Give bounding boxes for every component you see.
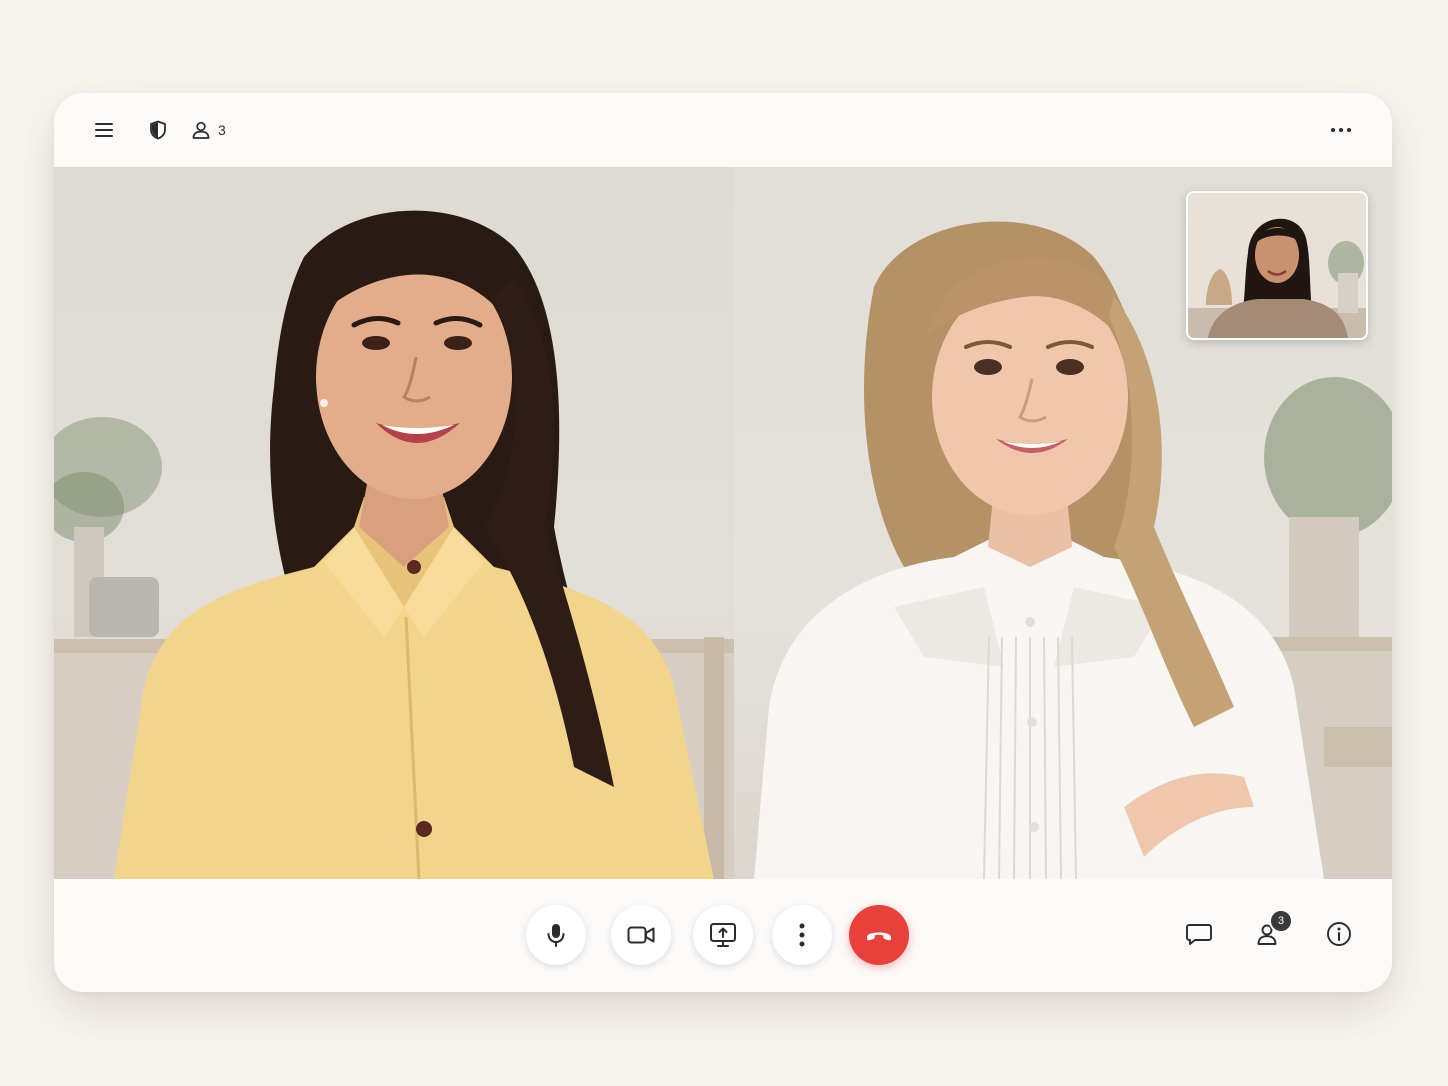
microphone-button[interactable] <box>526 905 586 965</box>
people-count-badge: 3 <box>1269 909 1293 933</box>
end-call-button[interactable] <box>849 905 909 965</box>
video-camera-icon <box>627 926 655 944</box>
hamburger-menu-icon[interactable] <box>94 117 114 143</box>
participants-indicator[interactable]: 3 <box>191 117 226 143</box>
top-bar: 3 <box>54 93 1392 167</box>
more-vertical-icon <box>799 923 805 947</box>
video-stage <box>54 167 1392 879</box>
microphone-icon <box>547 924 565 947</box>
control-bar: 3 <box>54 879 1392 992</box>
participants-count: 3 <box>218 122 226 138</box>
end-call-icon <box>867 932 891 941</box>
people-button[interactable]: 3 <box>1253 909 1293 949</box>
more-horizontal-icon[interactable] <box>1330 117 1352 143</box>
self-view-thumbnail[interactable] <box>1186 191 1368 340</box>
shield-icon[interactable] <box>149 117 167 143</box>
meeting-window: 3 3 <box>54 93 1392 992</box>
info-button[interactable] <box>1324 919 1354 949</box>
person-icon <box>192 121 210 139</box>
info-icon <box>1327 922 1351 946</box>
more-options-button[interactable] <box>772 905 832 965</box>
camera-button[interactable] <box>611 905 671 965</box>
participant-video-left[interactable] <box>54 167 734 879</box>
chat-icon <box>1186 924 1212 945</box>
share-screen-button[interactable] <box>693 905 753 965</box>
present-screen-icon <box>710 923 736 947</box>
chat-button[interactable] <box>1184 919 1214 949</box>
